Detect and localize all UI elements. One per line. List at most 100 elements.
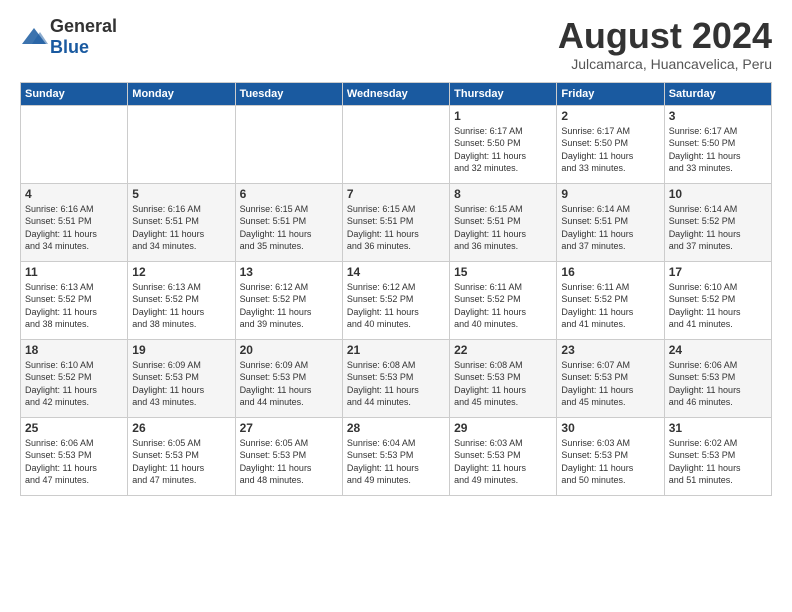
- day-info: Sunrise: 6:15 AMSunset: 5:51 PMDaylight:…: [454, 203, 552, 253]
- location-subtitle: Julcamarca, Huancavelica, Peru: [558, 56, 772, 72]
- day-number: 3: [669, 109, 767, 123]
- calendar-day: 25 Sunrise: 6:06 AMSunset: 5:53 PMDayligh…: [21, 417, 128, 495]
- day-info: Sunrise: 6:11 AMSunset: 5:52 PMDaylight:…: [454, 281, 552, 331]
- day-info: Sunrise: 6:09 AMSunset: 5:53 PMDaylight:…: [132, 359, 230, 409]
- calendar-day: 26Sunrise: 6:05 AMSunset: 5:53 PMDayligh…: [128, 417, 235, 495]
- day-number: 2: [561, 109, 659, 123]
- day-number: 25: [25, 421, 123, 435]
- page: General Blue August 2024 Julcamarca, Hua…: [0, 0, 792, 506]
- col-saturday: Saturday: [664, 82, 771, 105]
- day-info: Sunrise: 6:06 AMSunset: 5:53 PMDaylight:…: [25, 437, 123, 487]
- day-info: Sunrise: 6:16 AMSunset: 5:51 PMDaylight:…: [25, 203, 123, 253]
- calendar-day: 16Sunrise: 6:11 AMSunset: 5:52 PMDayligh…: [557, 261, 664, 339]
- day-info: Sunrise: 6:14 AMSunset: 5:51 PMDaylight:…: [561, 203, 659, 253]
- day-number: 8: [454, 187, 552, 201]
- day-info: Sunrise: 6:17 AMSunset: 5:50 PMDaylight:…: [454, 125, 552, 175]
- calendar-day: 20 Sunrise: 6:09 AMSunset: 5:53 PMDayligh…: [235, 339, 342, 417]
- calendar-day: 6Sunrise: 6:15 AMSunset: 5:51 PMDaylight…: [235, 183, 342, 261]
- day-number: 28: [347, 421, 445, 435]
- calendar-day: 31 Sunrise: 6:02 AMSunset: 5:53 PMDayligh…: [664, 417, 771, 495]
- calendar-day: [128, 105, 235, 183]
- day-info: Sunrise: 6:13 AMSunset: 5:52 PMDaylight:…: [132, 281, 230, 331]
- day-number: 15: [454, 265, 552, 279]
- day-info: Sunrise: 6:08 AMSunset: 5:53 PMDaylight:…: [454, 359, 552, 409]
- day-number: 1: [454, 109, 552, 123]
- day-info: Sunrise: 6:13 AMSunset: 5:52 PMDaylight:…: [25, 281, 123, 331]
- day-number: 7: [347, 187, 445, 201]
- calendar-day: [342, 105, 449, 183]
- calendar-week-1: 1 Sunrise: 6:17 AMSunset: 5:50 PMDaylight…: [21, 105, 772, 183]
- calendar-day: 17Sunrise: 6:10 AMSunset: 5:52 PMDayligh…: [664, 261, 771, 339]
- col-wednesday: Wednesday: [342, 82, 449, 105]
- day-number: 17: [669, 265, 767, 279]
- logo-blue: Blue: [50, 37, 89, 57]
- day-info: Sunrise: 6:09 AMSunset: 5:53 PMDaylight:…: [240, 359, 338, 409]
- calendar-day: 23 Sunrise: 6:07 AMSunset: 5:53 PMDayligh…: [557, 339, 664, 417]
- day-info: Sunrise: 6:03 AMSunset: 5:53 PMDaylight:…: [454, 437, 552, 487]
- day-info: Sunrise: 6:07 AMSunset: 5:53 PMDaylight:…: [561, 359, 659, 409]
- day-info: Sunrise: 6:05 AMSunset: 5:53 PMDaylight:…: [132, 437, 230, 487]
- col-sunday: Sunday: [21, 82, 128, 105]
- day-info: Sunrise: 6:03 AMSunset: 5:53 PMDaylight:…: [561, 437, 659, 487]
- day-number: 9: [561, 187, 659, 201]
- day-number: 20: [240, 343, 338, 357]
- calendar-day: 12 Sunrise: 6:13 AMSunset: 5:52 PMDayligh…: [128, 261, 235, 339]
- day-number: 13: [240, 265, 338, 279]
- calendar-day: 10Sunrise: 6:14 AMSunset: 5:52 PMDayligh…: [664, 183, 771, 261]
- day-info: Sunrise: 6:16 AMSunset: 5:51 PMDaylight:…: [132, 203, 230, 253]
- day-number: 12: [132, 265, 230, 279]
- calendar-day: 18Sunrise: 6:10 AMSunset: 5:52 PMDayligh…: [21, 339, 128, 417]
- day-number: 21: [347, 343, 445, 357]
- day-number: 27: [240, 421, 338, 435]
- calendar-day: [21, 105, 128, 183]
- day-info: Sunrise: 6:04 AMSunset: 5:53 PMDaylight:…: [347, 437, 445, 487]
- day-number: 31: [669, 421, 767, 435]
- day-info: Sunrise: 6:12 AMSunset: 5:52 PMDaylight:…: [347, 281, 445, 331]
- calendar-day: 30 Sunrise: 6:03 AMSunset: 5:53 PMDayligh…: [557, 417, 664, 495]
- day-info: Sunrise: 6:14 AMSunset: 5:52 PMDaylight:…: [669, 203, 767, 253]
- day-info: Sunrise: 6:12 AMSunset: 5:52 PMDaylight:…: [240, 281, 338, 331]
- calendar-day: 5 Sunrise: 6:16 AMSunset: 5:51 PMDaylight…: [128, 183, 235, 261]
- calendar-day: 2 Sunrise: 6:17 AMSunset: 5:50 PMDaylight…: [557, 105, 664, 183]
- month-title: August 2024: [558, 16, 772, 56]
- day-info: Sunrise: 6:15 AMSunset: 5:51 PMDaylight:…: [347, 203, 445, 253]
- day-number: 11: [25, 265, 123, 279]
- day-number: 5: [132, 187, 230, 201]
- calendar-day: 27 Sunrise: 6:05 AMSunset: 5:53 PMDayligh…: [235, 417, 342, 495]
- title-block: August 2024 Julcamarca, Huancavelica, Pe…: [558, 16, 772, 72]
- calendar-day: 1 Sunrise: 6:17 AMSunset: 5:50 PMDaylight…: [450, 105, 557, 183]
- logo-general: General: [50, 16, 117, 36]
- day-number: 23: [561, 343, 659, 357]
- calendar-day: 11 Sunrise: 6:13 AMSunset: 5:52 PMDayligh…: [21, 261, 128, 339]
- logo-icon: [20, 26, 48, 48]
- col-friday: Friday: [557, 82, 664, 105]
- day-info: Sunrise: 6:17 AMSunset: 5:50 PMDaylight:…: [561, 125, 659, 175]
- day-number: 30: [561, 421, 659, 435]
- col-tuesday: Tuesday: [235, 82, 342, 105]
- calendar-week-3: 11 Sunrise: 6:13 AMSunset: 5:52 PMDayligh…: [21, 261, 772, 339]
- day-info: Sunrise: 6:15 AMSunset: 5:51 PMDaylight:…: [240, 203, 338, 253]
- day-info: Sunrise: 6:02 AMSunset: 5:53 PMDaylight:…: [669, 437, 767, 487]
- day-info: Sunrise: 6:05 AMSunset: 5:53 PMDaylight:…: [240, 437, 338, 487]
- day-info: Sunrise: 6:06 AMSunset: 5:53 PMDaylight:…: [669, 359, 767, 409]
- calendar-body: 1 Sunrise: 6:17 AMSunset: 5:50 PMDaylight…: [21, 105, 772, 495]
- day-number: 24: [669, 343, 767, 357]
- day-info: Sunrise: 6:17 AMSunset: 5:50 PMDaylight:…: [669, 125, 767, 175]
- day-number: 29: [454, 421, 552, 435]
- calendar-day: 29 Sunrise: 6:03 AMSunset: 5:53 PMDayligh…: [450, 417, 557, 495]
- calendar-day: 4 Sunrise: 6:16 AMSunset: 5:51 PMDaylight…: [21, 183, 128, 261]
- calendar-day: [235, 105, 342, 183]
- logo-text: General Blue: [50, 16, 117, 58]
- day-number: 16: [561, 265, 659, 279]
- calendar-table: Sunday Monday Tuesday Wednesday Thursday…: [20, 82, 772, 496]
- calendar-day: 8 Sunrise: 6:15 AMSunset: 5:51 PMDaylight…: [450, 183, 557, 261]
- day-info: Sunrise: 6:08 AMSunset: 5:53 PMDaylight:…: [347, 359, 445, 409]
- header-row: Sunday Monday Tuesday Wednesday Thursday…: [21, 82, 772, 105]
- calendar-day: 24 Sunrise: 6:06 AMSunset: 5:53 PMDayligh…: [664, 339, 771, 417]
- calendar-day: 7 Sunrise: 6:15 AMSunset: 5:51 PMDaylight…: [342, 183, 449, 261]
- calendar-day: 22 Sunrise: 6:08 AMSunset: 5:53 PMDayligh…: [450, 339, 557, 417]
- calendar-day: 3 Sunrise: 6:17 AMSunset: 5:50 PMDaylight…: [664, 105, 771, 183]
- col-thursday: Thursday: [450, 82, 557, 105]
- day-number: 22: [454, 343, 552, 357]
- day-number: 4: [25, 187, 123, 201]
